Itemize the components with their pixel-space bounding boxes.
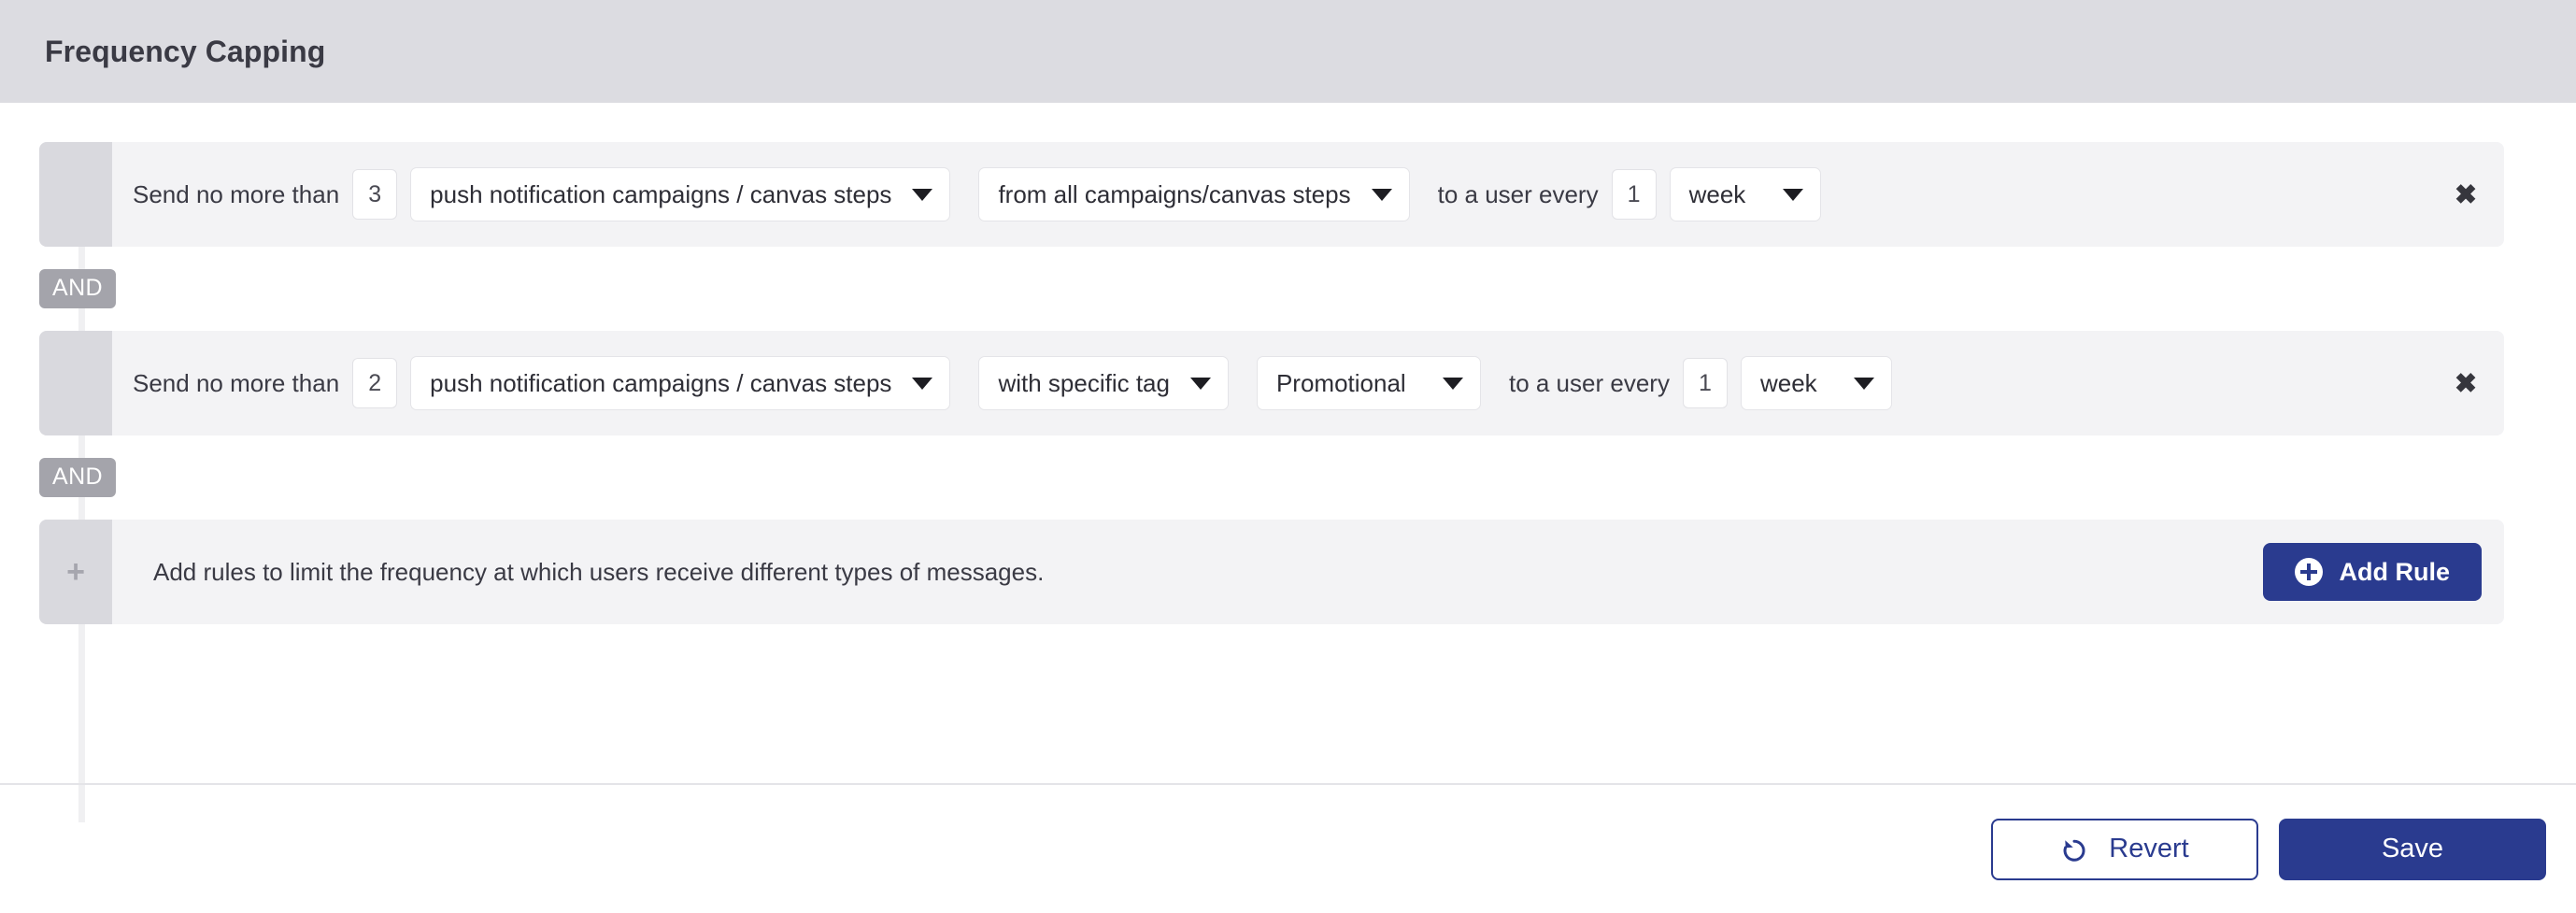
frequency-capping-page: Frequency Capping Send no more than 3 pu… bbox=[0, 0, 2576, 913]
revert-button-label: Revert bbox=[2109, 834, 2189, 863]
chevron-down-icon bbox=[1853, 377, 1874, 390]
save-button-label: Save bbox=[2381, 834, 2444, 863]
scope-select[interactable]: with specific tag bbox=[978, 356, 1229, 410]
remove-rule-icon[interactable]: ✖ bbox=[2433, 178, 2498, 211]
rule-every-label: to a user every bbox=[1508, 368, 1670, 397]
chevron-down-icon bbox=[1782, 188, 1803, 201]
rule-period-input[interactable]: 1 bbox=[1611, 169, 1657, 220]
rule-body: Send no more than 3 push notification ca… bbox=[112, 142, 2504, 247]
rule-row: Send no more than 3 push notification ca… bbox=[39, 142, 2504, 247]
rule-count-input[interactable]: 2 bbox=[352, 358, 398, 408]
rule-period-input[interactable]: 1 bbox=[1682, 358, 1728, 408]
plus-icon: + bbox=[66, 554, 85, 590]
scope-select[interactable]: from all campaigns/canvas steps bbox=[978, 167, 1410, 221]
rule-prefix-label: Send no more than bbox=[133, 179, 340, 208]
add-rule-button[interactable]: Add Rule bbox=[2262, 543, 2482, 601]
and-badge: AND bbox=[39, 269, 116, 308]
tag-value: Promotional bbox=[1275, 368, 1406, 397]
rule-period-unit-select[interactable]: week bbox=[1669, 167, 1821, 221]
add-rule-gutter[interactable]: + bbox=[39, 520, 112, 624]
rule-drag-gutter[interactable] bbox=[39, 142, 112, 247]
rule-every-label: to a user every bbox=[1437, 179, 1599, 208]
footer-actions: Revert Save bbox=[0, 785, 2576, 913]
rules-container: Send no more than 3 push notification ca… bbox=[0, 103, 2576, 822]
message-type-select[interactable]: push notification campaigns / canvas ste… bbox=[410, 356, 951, 410]
revert-button[interactable]: Revert bbox=[1991, 818, 2258, 880]
scope-value: from all campaigns/canvas steps bbox=[998, 179, 1351, 208]
rule-body: Send no more than 2 push notification ca… bbox=[112, 331, 2504, 435]
plus-circle-icon bbox=[2294, 558, 2323, 586]
rule-row: Send no more than 2 push notification ca… bbox=[39, 331, 2504, 435]
remove-rule-icon[interactable]: ✖ bbox=[2433, 367, 2498, 400]
add-rule-button-label: Add Rule bbox=[2339, 557, 2451, 586]
chevron-down-icon bbox=[912, 188, 933, 201]
scope-value: with specific tag bbox=[998, 368, 1170, 397]
message-type-value: push notification campaigns / canvas ste… bbox=[430, 179, 892, 208]
chevron-down-icon bbox=[912, 377, 933, 390]
message-type-value: push notification campaigns / canvas ste… bbox=[430, 368, 892, 397]
rule-drag-gutter[interactable] bbox=[39, 331, 112, 435]
rule-connector-and: AND bbox=[0, 435, 2576, 520]
rule-period-unit-value: week bbox=[1759, 368, 1817, 397]
save-button[interactable]: Save bbox=[2279, 818, 2546, 880]
chevron-down-icon bbox=[1442, 377, 1463, 390]
tag-select[interactable]: Promotional bbox=[1256, 356, 1481, 410]
rule-connector-and: AND bbox=[0, 247, 2576, 331]
add-rule-description: Add rules to limit the frequency at whic… bbox=[153, 557, 1045, 586]
rule-period-unit-select[interactable]: week bbox=[1740, 356, 1892, 410]
message-type-select[interactable]: push notification campaigns / canvas ste… bbox=[410, 167, 951, 221]
page-title: Frequency Capping bbox=[45, 34, 326, 68]
rule-prefix-label: Send no more than bbox=[133, 368, 340, 397]
chevron-down-icon bbox=[1371, 188, 1392, 201]
page-header: Frequency Capping bbox=[0, 0, 2576, 103]
and-badge: AND bbox=[39, 458, 116, 497]
chevron-down-icon bbox=[1189, 377, 1211, 390]
rule-count-input[interactable]: 3 bbox=[352, 169, 398, 220]
revert-arrow-icon bbox=[2063, 839, 2085, 862]
add-rule-body: Add rules to limit the frequency at whic… bbox=[112, 520, 2504, 624]
add-rule-row: + Add rules to limit the frequency at wh… bbox=[39, 520, 2504, 624]
rule-period-unit-value: week bbox=[1688, 179, 1746, 208]
